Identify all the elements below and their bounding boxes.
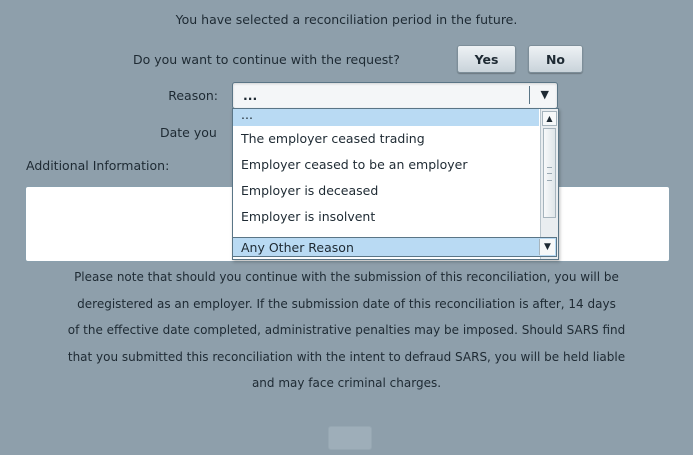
deregistration-notice: Please note that should you continue wit… [0,264,693,397]
scroll-up-icon[interactable]: ▲ [542,111,557,126]
notice-line: and may face criminal charges. [251,376,442,390]
yes-button[interactable]: Yes [457,45,516,73]
notice-line: deregistered as an employer. If the subm… [77,296,616,311]
dropdown-option[interactable]: The employer ceased trading [233,126,539,152]
scrollbar-thumb[interactable] [543,128,556,218]
reconciliation-dialog: You have selected a reconciliation perio… [0,0,693,455]
hovered-option-label: Any Other Reason [241,240,354,255]
future-period-message: You have selected a reconciliation perio… [175,12,518,27]
dropdown-option[interactable]: ... [233,109,539,126]
reason-select-value: ... [243,88,258,103]
notice-line: that you submitted this reconciliation w… [67,349,626,364]
select-divider [529,86,530,104]
dropdown-option[interactable]: Employer is deceased [233,178,539,204]
reason-label: Reason: [168,88,218,103]
caret-down-icon[interactable]: ▼ [539,239,555,255]
continue-question: Do you want to continue with the request… [133,52,400,67]
submit-button[interactable] [328,426,372,450]
caret-down-icon[interactable]: ▼ [541,88,549,101]
no-button[interactable]: No [528,45,583,73]
dropdown-option[interactable]: Employer is insolvent [233,204,539,230]
hovered-option-row[interactable]: Any Other Reason ▼ [232,237,557,257]
dropdown-option[interactable]: Employer ceased to be an employer [233,152,539,178]
date-label: Date you [160,125,217,140]
reason-select[interactable]: ... ▼ [232,82,558,109]
notice-line: Please note that should you continue wit… [74,270,619,284]
notice-line: of the effective date completed, adminis… [67,323,626,337]
additional-info-label: Additional Information: [26,158,170,173]
